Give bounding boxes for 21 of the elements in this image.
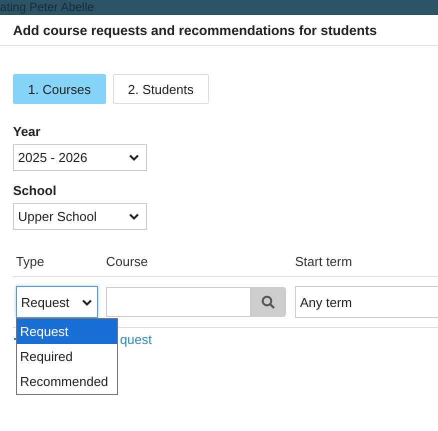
column-header: Type (16, 254, 44, 269)
dropdown-option[interactable]: Recommended (17, 369, 117, 394)
year-select[interactable]: 2025 - 2026 (13, 144, 147, 171)
dropdown-option[interactable]: Request (17, 319, 117, 344)
chevron-icon (129, 213, 139, 220)
column-header: Start term (295, 254, 352, 269)
field-label: Year (13, 124, 42, 139)
type-select[interactable]: Request (16, 286, 98, 318)
step-tab[interactable]: 1. Courses (13, 74, 106, 104)
search-icon[interactable] (250, 287, 286, 317)
column-header: Course (106, 254, 148, 269)
dropdown-option[interactable]: Required (17, 344, 117, 369)
add-request-link[interactable]: quest (120, 332, 152, 347)
dialog-title: Add course requests and recommendations for students (13, 22, 377, 38)
start-term-select[interactable]: Any term (295, 286, 438, 318)
chevron-icon (82, 298, 92, 306)
step-tab[interactable]: 2. Students (112, 74, 209, 104)
school-select[interactable]: Upper School (13, 203, 147, 230)
field-label: School (13, 183, 58, 198)
chevron-icon (129, 154, 139, 161)
course-search-field[interactable] (106, 287, 286, 317)
